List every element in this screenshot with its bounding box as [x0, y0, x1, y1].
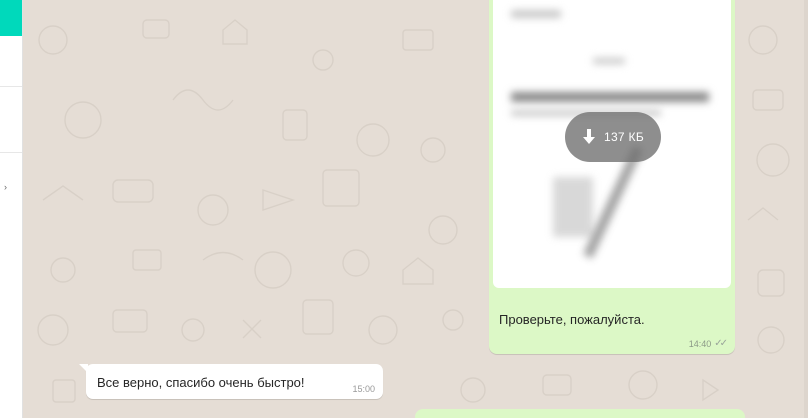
- scrollbar-track[interactable]: [804, 0, 808, 418]
- outgoing-message-bubble[interactable]: 137 КБ Проверьте, пожалуйста. 14:40 ✓✓: [489, 0, 735, 354]
- message-meta: 14:40 ✓✓: [688, 338, 728, 349]
- download-button[interactable]: 137 КБ: [565, 112, 661, 162]
- blurred-text-line: [511, 92, 709, 102]
- file-size-label: 137 КБ: [603, 130, 645, 144]
- sidebar-header-accent: [0, 0, 22, 36]
- message-time: 15:00: [352, 384, 375, 394]
- sidebar-chevron-icon: ›: [4, 182, 7, 192]
- chat-list-sidebar: ›: [0, 0, 23, 418]
- double-check-icon: ✓✓: [714, 338, 728, 349]
- blurred-figure: [553, 177, 593, 237]
- message-text: Все верно, спасибо очень быстро!: [97, 375, 305, 390]
- sidebar-divider: [0, 152, 22, 153]
- incoming-message-bubble[interactable]: Все верно, спасибо очень быстро! 15:00: [79, 364, 383, 399]
- blurred-text-line: [593, 58, 625, 64]
- conversation-panel[interactable]: 137 КБ Проверьте, пожалуйста. 14:40 ✓✓ В…: [23, 0, 808, 418]
- message-time: 14:40: [688, 338, 712, 349]
- download-arrow-icon: [582, 129, 595, 144]
- document-preview-thumbnail[interactable]: 137 КБ: [493, 0, 731, 288]
- blurred-text-line: [511, 10, 561, 18]
- sidebar-divider: [0, 86, 22, 87]
- outgoing-message-bubble-partial[interactable]: [415, 409, 745, 418]
- message-caption: Проверьте, пожалуйста.: [499, 312, 645, 327]
